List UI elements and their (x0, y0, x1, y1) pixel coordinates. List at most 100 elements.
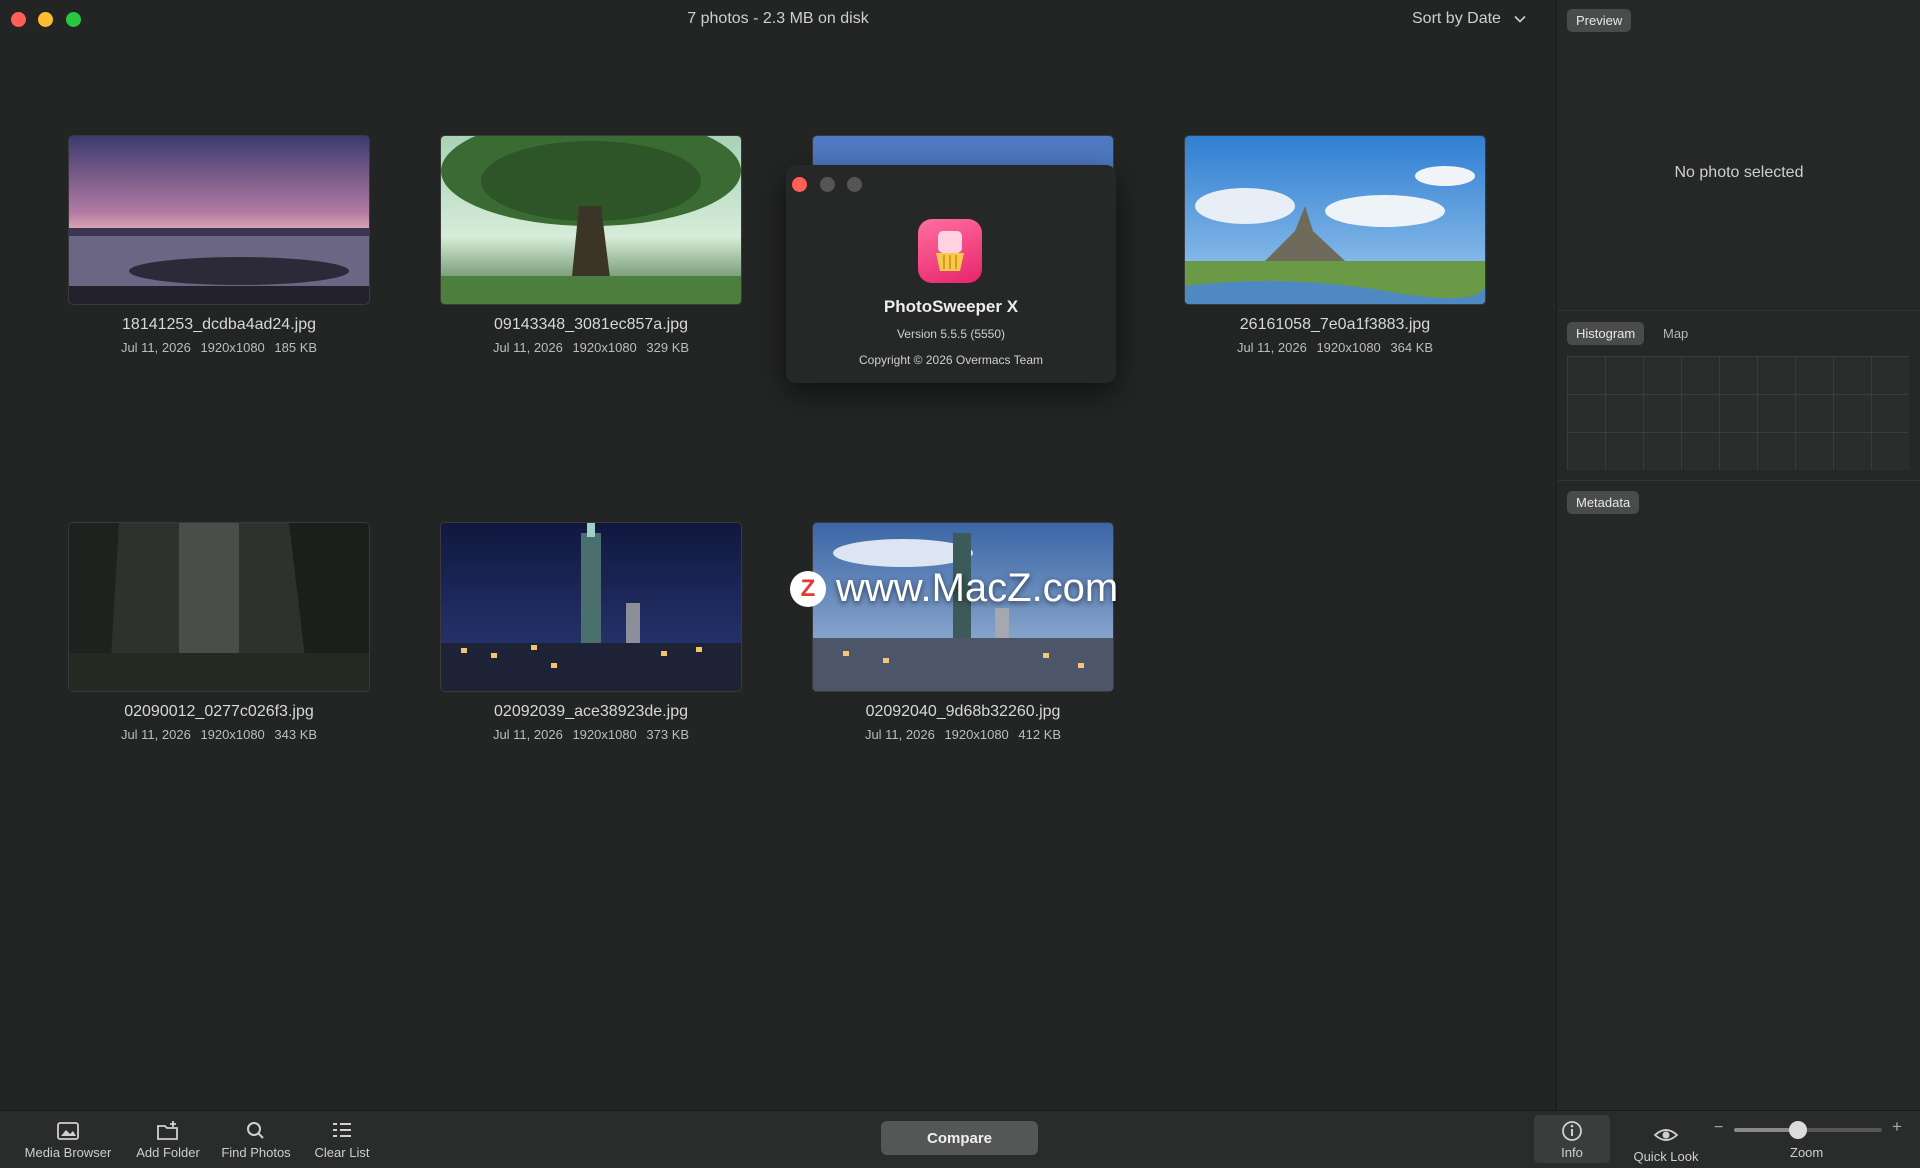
photo-filename: 02092040_9d68b32260.jpg (865, 703, 1061, 720)
photo-size: 343 KB (274, 727, 318, 742)
divider (1557, 310, 1920, 311)
info-button[interactable]: Info (1534, 1115, 1610, 1163)
media-browser-label: Media Browser (24, 1145, 112, 1160)
photo-tile[interactable]: 26161058_7e0a1f3883.jpg Jul 11, 2026 192… (1184, 135, 1486, 355)
eye-icon (1653, 1129, 1679, 1141)
app-icon (918, 219, 982, 283)
about-version: Version 5.5.5 (5550) (896, 327, 1006, 341)
photo-meta: Jul 11, 2026 1920x1080 373 KB (440, 727, 742, 742)
photo-thumbnail[interactable] (1184, 135, 1486, 305)
window-title: 7 photos - 2.3 MB on disk (687, 10, 869, 27)
info-label: Info (1561, 1145, 1583, 1160)
photo-meta: Jul 11, 2026 1920x1080 185 KB (68, 340, 370, 355)
photo-tile[interactable]: 02090012_0277c026f3.jpg Jul 11, 2026 192… (68, 522, 370, 742)
about-close-button[interactable] (792, 177, 807, 192)
histogram-chart (1567, 356, 1909, 470)
find-photos-label: Find Photos (221, 1145, 291, 1160)
chevron-down-icon (1514, 15, 1526, 23)
photo-date: Jul 11, 2026 (492, 340, 563, 355)
search-icon (247, 1122, 264, 1139)
photo-date: Jul 11, 2026 (864, 727, 935, 742)
about-minimize-button (820, 177, 835, 192)
media-browser-button[interactable]: Media Browser (20, 1119, 116, 1160)
photo-tile[interactable]: 02092040_9d68b32260.jpg Jul 11, 2026 192… (812, 522, 1114, 742)
zoom-slider[interactable] (1734, 1121, 1882, 1139)
clear-list-button[interactable]: Clear List (304, 1119, 380, 1160)
tab-histogram[interactable]: Histogram (1567, 322, 1645, 345)
photo-dimensions: 1920x1080 (572, 340, 637, 355)
castle-island-thumbnail (1185, 136, 1485, 304)
add-folder-label: Add Folder (136, 1145, 200, 1160)
photo-size: 329 KB (646, 340, 690, 355)
about-copyright: Copyright © 2026 Overmacs Team (858, 353, 1044, 367)
clear-list-label: Clear List (314, 1145, 370, 1160)
photo-dimensions: 1920x1080 (1316, 340, 1381, 355)
photo-date: Jul 11, 2026 (120, 340, 191, 355)
photo-date: Jul 11, 2026 (492, 727, 563, 742)
dusk-seaside-thumbnail (69, 136, 369, 304)
tab-metadata[interactable]: Metadata (1567, 491, 1640, 514)
photo-size: 185 KB (274, 340, 318, 355)
photo-tile[interactable]: 18141253_dcdba4ad24.jpg Jul 11, 2026 192… (68, 135, 370, 355)
photo-meta: Jul 11, 2026 1920x1080 329 KB (440, 340, 742, 355)
photo-tile[interactable]: 02092039_ace38923de.jpg Jul 11, 2026 192… (440, 522, 742, 742)
photo-date: Jul 11, 2026 (1236, 340, 1307, 355)
add-folder-button[interactable]: Add Folder (128, 1119, 208, 1160)
about-zoom-button (847, 177, 862, 192)
photo-meta: Jul 11, 2026 1920x1080 343 KB (68, 727, 370, 742)
photo-dimensions: 1920x1080 (572, 727, 637, 742)
watermark-badge: Z (790, 570, 826, 607)
photosweeper-window: 7 photos - 2.3 MB on disk Sort by Date 1… (0, 0, 1920, 1168)
photo-tile[interactable]: 09143348_3081ec857a.jpg Jul 11, 2026 192… (440, 135, 742, 355)
dark-forest-thumbnail (69, 523, 369, 691)
photo-meta: Jul 11, 2026 1920x1080 364 KB (1184, 340, 1486, 355)
photos-icon (57, 1122, 79, 1140)
photo-dimensions: 1920x1080 (200, 727, 265, 742)
quick-look-button[interactable]: Quick Look (1620, 1123, 1712, 1164)
photo-thumbnail[interactable] (440, 522, 742, 692)
photo-size: 364 KB (1390, 340, 1434, 355)
sort-label: Sort by Date (1412, 10, 1501, 27)
night-city-thumbnail (441, 523, 741, 691)
photo-filename: 02090012_0277c026f3.jpg (124, 703, 314, 720)
bottom-toolbar: Media Browser Add Folder Find Photos Cle… (0, 1110, 1556, 1168)
about-dialog: PhotoSweeper X Version 5.5.5 (5550) Copy… (786, 165, 1116, 383)
photo-size: 412 KB (1018, 727, 1062, 742)
inspector-panel: Preview No photo selected Histogram Map … (1556, 0, 1920, 1167)
compare-button[interactable]: Compare (881, 1121, 1038, 1155)
info-tool[interactable]: Info (1534, 1119, 1610, 1160)
tab-map[interactable]: Map (1663, 326, 1688, 341)
photo-date: Jul 11, 2026 (120, 727, 191, 742)
zoom-out-icon[interactable]: − (1714, 1119, 1723, 1137)
zoom-in-icon[interactable]: + (1892, 1117, 1902, 1137)
title-bar: 7 photos - 2.3 MB on disk Sort by Date (0, 0, 1556, 38)
photo-filename: 09143348_3081ec857a.jpg (494, 316, 688, 333)
inspector-toolbar: Info Quick Look − + Zoom (1534, 1110, 1920, 1168)
photo-size: 373 KB (646, 727, 690, 742)
photo-filename: 18141253_dcdba4ad24.jpg (122, 316, 316, 333)
info-icon (1562, 1121, 1582, 1141)
about-app-name: PhotoSweeper X (883, 297, 1019, 316)
photosweeper-logo-icon (936, 231, 964, 271)
find-photos-button[interactable]: Find Photos (216, 1119, 296, 1160)
clear-list-icon (333, 1123, 351, 1137)
zoom-slider-knob[interactable] (1788, 1121, 1807, 1139)
watermark-text: www.MacZ.com (836, 566, 1119, 610)
quick-look-label: Quick Look (1633, 1149, 1699, 1164)
no-photo-message: No photo selected (1674, 164, 1804, 181)
zoom-label: Zoom (1790, 1145, 1824, 1160)
tab-preview[interactable]: Preview (1567, 9, 1632, 32)
sort-dropdown[interactable]: Sort by Date (1412, 10, 1527, 28)
photo-meta: Jul 11, 2026 1920x1080 412 KB (812, 727, 1114, 742)
photo-thumbnail[interactable] (440, 135, 742, 305)
photo-grid: 18141253_dcdba4ad24.jpg Jul 11, 2026 192… (0, 38, 1556, 1085)
photo-filename: 02092039_ace38923de.jpg (494, 703, 688, 720)
photo-dimensions: 1920x1080 (944, 727, 1009, 742)
folder-plus-icon (157, 1121, 178, 1140)
tree-valley-thumbnail (441, 136, 741, 304)
divider (1557, 480, 1920, 481)
photo-thumbnail[interactable] (68, 135, 370, 305)
photo-filename: 26161058_7e0a1f3883.jpg (1239, 316, 1431, 333)
watermark: Z www.MacZ.com (790, 566, 1118, 611)
photo-thumbnail[interactable] (68, 522, 370, 692)
